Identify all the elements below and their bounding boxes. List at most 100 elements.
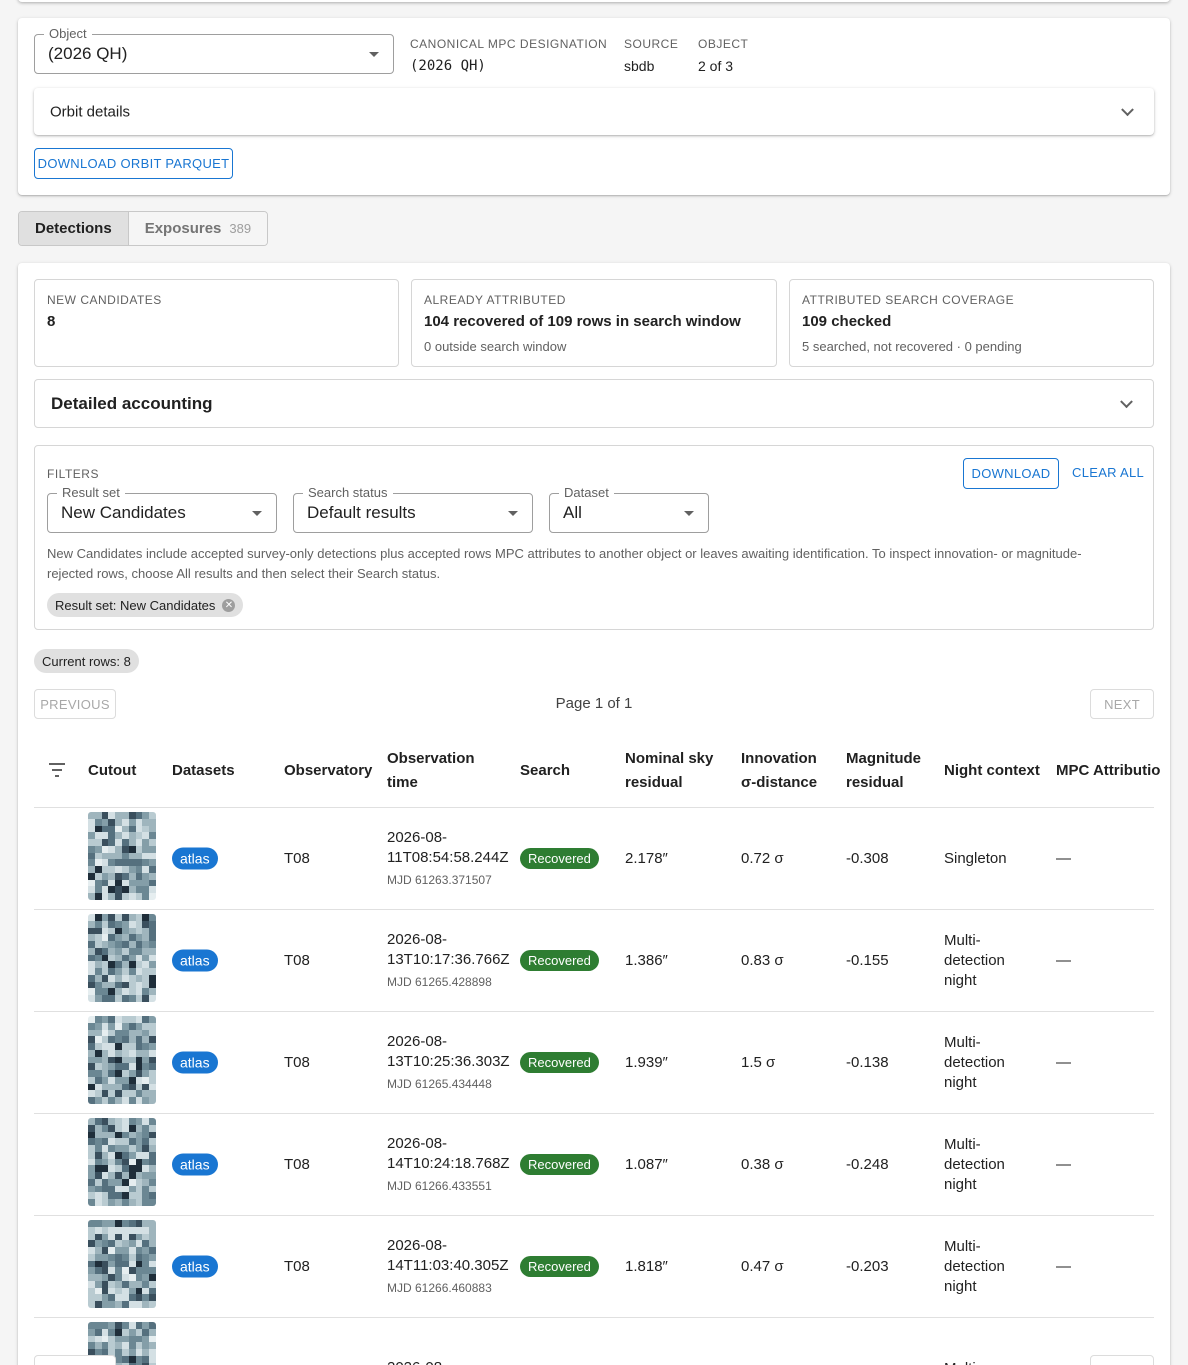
- chevron-down-icon: [1120, 394, 1133, 408]
- detailed-accounting-title: Detailed accounting: [51, 393, 213, 413]
- magnitude-residual-cell: -0.248: [846, 1155, 889, 1173]
- observation-time-clock: 13T10:17:36.766Z: [387, 950, 510, 968]
- search-cell: Recovered: [520, 847, 599, 869]
- night-context-cell: Multi- detection night: [944, 931, 1005, 989]
- night-context-cell: Singleton: [944, 849, 1007, 867]
- cutout-thumbnail[interactable]: [88, 1016, 156, 1104]
- active-filter-chip[interactable]: Result set: New Candidates ✕: [47, 593, 244, 617]
- dataset-cell: atlas: [172, 1051, 218, 1073]
- observation-time-date: 2026-08-: [387, 1032, 448, 1050]
- tab-detections[interactable]: Detections: [19, 212, 129, 245]
- next-page-button-bottom[interactable]: [1090, 1355, 1154, 1365]
- sky-residual-cell: 1.818″: [625, 1257, 668, 1275]
- stat-label: NEW CANDIDATES: [47, 293, 162, 307]
- dataset-badge[interactable]: atlas: [172, 1255, 218, 1277]
- header-innovation[interactable]: Innovation σ-distance: [741, 747, 836, 795]
- stat-label: ALREADY ATTRIBUTED: [424, 293, 566, 307]
- observation-time-clock: 14T10:24:18.768Z: [387, 1154, 510, 1172]
- cutout-thumbnail[interactable]: [88, 812, 156, 900]
- table-row[interactable]: atlas T08 2026-08- 11T08:54:58.244Z MJD 6126…: [34, 808, 1154, 910]
- tab-exposures-count: 389: [229, 221, 252, 236]
- result-set-select[interactable]: Result set New Candidates: [47, 486, 277, 533]
- detections-card: NEW CANDIDATES 8 ALREADY ATTRIBUTED 104 …: [18, 263, 1170, 1365]
- canonical-value: (2026 QH): [410, 58, 486, 74]
- object-select-label: Object: [44, 27, 92, 41]
- observation-time-date: 2026-08-: [387, 1236, 448, 1254]
- observation-time-clock: 14T11:03:40.305Z: [387, 1256, 509, 1274]
- cutout-thumbnail[interactable]: [88, 1118, 156, 1206]
- header-cutout[interactable]: Cutout: [88, 759, 136, 783]
- dataset-select[interactable]: Dataset All: [549, 486, 709, 533]
- dataset-label: Dataset: [559, 486, 614, 500]
- cutout-thumbnail[interactable]: [88, 1220, 156, 1308]
- stat-value: 8: [47, 313, 56, 330]
- dropdown-arrow-icon: [252, 511, 262, 516]
- table-row[interactable]: atlas T08 2026-08- 13T10:17:36.766Z MJD 6126…: [34, 910, 1154, 1012]
- night-context-cell: Multi- detection night: [944, 1033, 1005, 1091]
- dataset-badge[interactable]: atlas: [172, 949, 218, 971]
- detailed-accounting-accordion[interactable]: Detailed accounting: [34, 379, 1154, 428]
- table-row[interactable]: atlas T08 2026-08- 14T11:03:40.305Z MJD 6126…: [34, 1216, 1154, 1318]
- next-page-button[interactable]: NEXT: [1090, 689, 1154, 719]
- observation-time-date: 2026-08-: [387, 930, 448, 948]
- search-cell: Recovered: [520, 1255, 599, 1277]
- header-night-context[interactable]: Night context: [944, 759, 1040, 783]
- filters-panel: FILTERS DOWNLOAD CLEAR ALL Result set Ne…: [34, 445, 1154, 630]
- dataset-badge[interactable]: atlas: [172, 1051, 218, 1073]
- dataset-value: All: [563, 503, 582, 522]
- dataset-badge[interactable]: atlas: [172, 847, 218, 869]
- mjd-value: MJD 61265.428898: [387, 974, 492, 989]
- magnitude-residual-cell: -0.308: [846, 849, 889, 867]
- orbit-details-title: Orbit details: [50, 103, 131, 120]
- observation-time-clock: 11T08:54:58.244Z: [387, 848, 509, 866]
- night-context-cell: Multi- detection night: [944, 1135, 1005, 1193]
- header-sky-residual[interactable]: Nominal sky residual: [625, 747, 730, 795]
- mpc-attribution-cell: —: [1056, 951, 1071, 969]
- observation-time-cell: 2026-08-: [387, 1358, 447, 1365]
- object-select-value: (2026 QH): [48, 44, 128, 63]
- previous-card-edge: [18, 0, 1170, 2]
- table-row[interactable]: atlas T08 2026-08- 13T10:25:36.303Z MJD 6126…: [34, 1012, 1154, 1114]
- download-orbit-parquet-button[interactable]: DOWNLOAD ORBIT PARQUET: [34, 148, 233, 179]
- clear-all-button[interactable]: CLEAR ALL: [1072, 465, 1144, 480]
- innovation-cell: 0.47 σ: [741, 1257, 784, 1275]
- header-mpc-attribution[interactable]: MPC Attributio: [1056, 759, 1160, 783]
- canonical-designation: CANONICAL MPC DESIGNATION (2026 QH): [410, 37, 607, 74]
- header-observation-time[interactable]: Observation time: [387, 747, 497, 795]
- tab-exposures[interactable]: Exposures 389: [128, 212, 268, 245]
- sky-residual-cell: 1.087″: [625, 1155, 668, 1173]
- previous-page-button-bottom[interactable]: [34, 1355, 116, 1365]
- sky-residual-cell: 2.178″: [625, 849, 668, 867]
- filter-list-icon[interactable]: [49, 763, 65, 781]
- download-button[interactable]: DOWNLOAD: [963, 458, 1059, 489]
- search-status-select[interactable]: Search status Default results: [293, 486, 533, 533]
- dataset-badge[interactable]: atlas: [172, 1153, 218, 1175]
- search-status-badge: Recovered: [520, 949, 599, 971]
- current-rows-badge: Current rows: 8: [34, 649, 139, 673]
- observation-time-cell: 2026-08- 11T08:54:58.244Z MJD 61263.371507: [387, 828, 508, 890]
- table-row[interactable]: atlas T08 2026-08- 14T10:24:18.768Z MJD 6126…: [34, 1114, 1154, 1216]
- mjd-value: MJD 61266.460883: [387, 1280, 492, 1295]
- observatory-cell: T08: [284, 1257, 310, 1275]
- stat-subtext: 0 outside search window: [424, 339, 567, 354]
- header-magnitude-residual[interactable]: Magnitude residual: [846, 747, 936, 795]
- header-observatory[interactable]: Observatory: [284, 759, 372, 783]
- header-datasets[interactable]: Datasets: [172, 759, 235, 783]
- dataset-cell: atlas: [172, 949, 218, 971]
- magnitude-residual-cell: -0.155: [846, 951, 889, 969]
- observation-time-cell: 2026-08- 13T10:17:36.766Z MJD 61265.428898: [387, 930, 510, 992]
- observation-time-cell: 2026-08- 13T10:25:36.303Z MJD 61265.434448: [387, 1032, 510, 1094]
- orbit-details-accordion[interactable]: Orbit details: [34, 88, 1154, 135]
- search-status-badge: Recovered: [520, 1051, 599, 1073]
- cutout-thumbnail[interactable]: [88, 914, 156, 1002]
- observatory-cell: T08: [284, 849, 310, 867]
- search-status-value: Default results: [307, 503, 416, 522]
- table-row[interactable]: 2026-08- Multi-: [34, 1318, 1154, 1365]
- remove-filter-icon[interactable]: ✕: [222, 598, 236, 612]
- object-select[interactable]: Object (2026 QH): [34, 27, 394, 74]
- mpc-attribution-cell: —: [1056, 1053, 1071, 1071]
- filters-title: FILTERS: [47, 467, 99, 481]
- header-search[interactable]: Search: [520, 759, 570, 783]
- search-status-badge: Recovered: [520, 847, 599, 869]
- stat-search-coverage: ATTRIBUTED SEARCH COVERAGE 109 checked 5…: [789, 279, 1154, 367]
